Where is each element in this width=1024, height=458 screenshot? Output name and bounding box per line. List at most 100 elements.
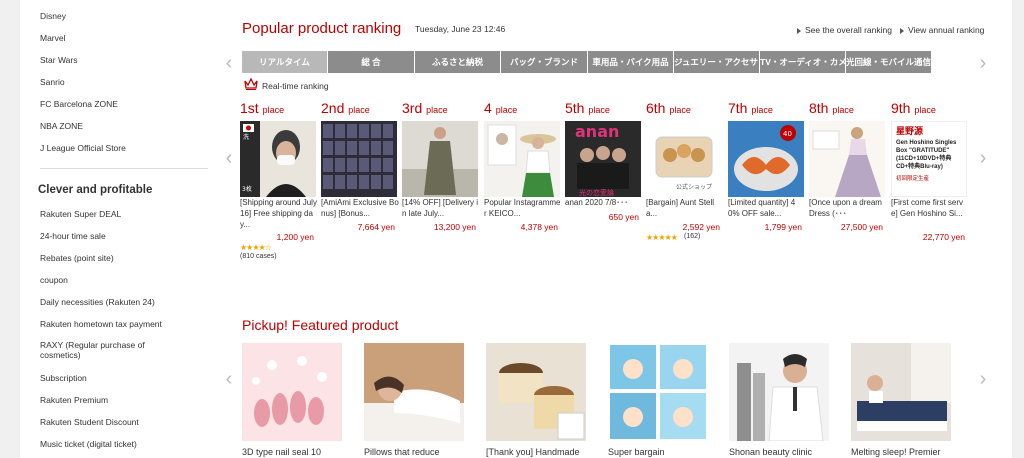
sidebar-item-coupon[interactable]: coupon xyxy=(40,275,68,285)
rank-suffix: place xyxy=(495,105,518,115)
tab-mobile[interactable]: 光回線・モバイル通信 xyxy=(846,51,932,73)
rank-number: 1st xyxy=(240,100,259,116)
product-title[interactable]: [First come first serve] Gen Hoshino Si.… xyxy=(891,197,969,230)
product-title[interactable]: 3D type nail seal 10 xyxy=(242,447,352,457)
rank-place: 7th place xyxy=(728,100,806,116)
tabs-prev-arrow-icon[interactable]: ‹ xyxy=(222,48,236,78)
annual-ranking-link-label: View annual ranking xyxy=(908,25,985,35)
sidebar-divider xyxy=(40,168,208,169)
sidebar-item-student-discount[interactable]: Rakuten Student Discount xyxy=(40,417,139,427)
product-thumbnail[interactable] xyxy=(729,343,829,441)
cd-note: 初回限定生産 xyxy=(896,176,930,182)
cd-description: Gen Hoshino Singles Box "GRATITUDE" (11C… xyxy=(896,140,957,170)
ranking-item[interactable]: 6th place 公式ショップ [Bargain] Aunt Stella..… xyxy=(646,100,724,242)
rank-number: 4 xyxy=(484,100,492,116)
product-thumbnail[interactable]: anan 光の恋愛論 xyxy=(565,121,641,197)
sidebar-item-sanrio[interactable]: Sanrio xyxy=(40,77,65,87)
product-thumbnail[interactable] xyxy=(321,121,397,197)
product-title[interactable]: Pillows that reduce xyxy=(364,447,474,457)
product-price: 4,378 yen xyxy=(520,222,558,232)
overall-ranking-link[interactable]: See the overall ranking xyxy=(797,25,892,35)
ranking-item[interactable]: 8th place [Once upon a dream Dress (･･･ … xyxy=(809,100,887,232)
product-thumbnail[interactable]: 公式ショップ xyxy=(646,121,722,197)
ranking-next-arrow-icon[interactable]: › xyxy=(976,143,990,173)
rank-suffix: place xyxy=(588,105,610,115)
sidebar-item-subscription[interactable]: Subscription xyxy=(40,373,87,383)
cd-artist-name: 星野源 xyxy=(896,126,924,136)
right-background xyxy=(1012,0,1024,458)
rank-number: 5th xyxy=(565,100,585,116)
sidebar-item-hometown-tax[interactable]: Rakuten hometown tax payment xyxy=(40,319,162,329)
ranking-item[interactable]: 3rd place [14% OFF] [Delivery in late Ju… xyxy=(402,100,480,232)
tab-furusato[interactable]: ふるさと納税 xyxy=(415,51,501,73)
tab-realtime[interactable]: リアルタイム xyxy=(242,51,328,73)
sidebar-item-time-sale[interactable]: 24-hour time sale xyxy=(40,231,106,241)
cookies-shop-label: 公式ショップ xyxy=(676,183,712,191)
ranking-item[interactable]: 7th place 40 [Limited quantity] 40% OFF … xyxy=(728,100,806,232)
sidebar-item-raxy[interactable]: RAXY (Regular purchase of cosmetics) xyxy=(40,340,160,360)
pickup-prev-arrow-icon[interactable]: ‹ xyxy=(222,364,236,394)
svg-text:洗: 洗 xyxy=(243,133,249,141)
tabs-next-arrow-icon[interactable]: › xyxy=(976,48,990,78)
tab-car[interactable]: 車用品・バイク用品 xyxy=(588,51,674,73)
tab-overall[interactable]: 総 合 xyxy=(328,51,415,73)
ranking-item[interactable]: 1st place 洗 3枚 [Shipping around July 16]… xyxy=(240,100,318,260)
rank-suffix: place xyxy=(914,105,936,115)
rank-place: 1st place xyxy=(240,100,318,116)
sidebar-item-marvel[interactable]: Marvel xyxy=(40,33,66,43)
product-thumbnail[interactable] xyxy=(242,343,342,441)
product-title[interactable]: [Shipping around July 16] Free shipping … xyxy=(240,197,318,230)
rank-place: 9th place xyxy=(891,100,969,116)
ranking-item[interactable]: 5th place anan 光の恋愛論 anan 2020 7/8･･･ 65… xyxy=(565,100,643,222)
rank-number: 3rd xyxy=(402,100,423,116)
sidebar-item-music-ticket[interactable]: Music ticket (digital ticket) xyxy=(40,439,137,449)
tab-bags[interactable]: バッグ・ブランド xyxy=(501,51,588,73)
ranking-prev-arrow-icon[interactable]: ‹ xyxy=(222,143,236,173)
rank-number: 2nd xyxy=(321,100,345,116)
ranking-tabs: リアルタイム 総 合 ふるさと納税 バッグ・ブランド 車用品・バイク用品 ジュエ… xyxy=(242,51,932,73)
sidebar-item-nba[interactable]: NBA ZONE xyxy=(40,121,83,131)
product-thumbnail[interactable] xyxy=(364,343,464,441)
ranking-date: Tuesday, June 23 12:46 xyxy=(415,24,506,34)
pickup-title: Pickup! Featured product xyxy=(242,317,399,333)
tab-jewelry[interactable]: ジュエリー・アクセサリー xyxy=(674,51,760,73)
product-thumbnail[interactable] xyxy=(809,121,885,197)
product-price: 13,200 yen xyxy=(433,222,476,232)
product-price: 27,500 yen xyxy=(840,222,883,232)
sidebar-item-premium[interactable]: Rakuten Premium xyxy=(40,395,108,405)
product-price: 7,664 yen xyxy=(357,222,395,232)
rank-number: 9th xyxy=(891,100,911,116)
product-thumbnail[interactable]: 40 xyxy=(728,121,804,197)
product-title[interactable]: Melting sleep! Premier xyxy=(851,447,961,457)
annual-ranking-link[interactable]: View annual ranking xyxy=(900,25,984,35)
sidebar-item-rebates[interactable]: Rebates (point site) xyxy=(40,253,114,263)
sidebar-item-star-wars[interactable]: Star Wars xyxy=(40,55,77,65)
product-thumbnail[interactable] xyxy=(402,121,478,197)
review-count[interactable]: (810 cases) xyxy=(240,253,277,260)
tab-tv-audio[interactable]: TV・オーディオ・カメラ xyxy=(760,51,846,73)
ranking-item[interactable]: 2nd place [AmiAmi Exclusive Bonus] [Bonu… xyxy=(321,100,399,232)
ranking-item[interactable]: 4 place Popular Instagrammer KEICO... 4,… xyxy=(484,100,562,232)
sidebar-item-disney[interactable]: Disney xyxy=(40,11,66,21)
product-thumbnail[interactable] xyxy=(484,121,560,197)
rank-place: 8th place xyxy=(809,100,887,116)
pickup-next-arrow-icon[interactable]: › xyxy=(976,364,990,394)
product-thumbnail[interactable] xyxy=(486,343,586,441)
sidebar-item-fc-barcelona[interactable]: FC Barcelona ZONE xyxy=(40,99,118,109)
product-title[interactable]: Shonan beauty clinic xyxy=(729,447,839,457)
rank-suffix: place xyxy=(348,105,370,115)
ranking-item[interactable]: 9th place 星野源 Gen Hoshino Singles Box "G… xyxy=(891,100,969,242)
sidebar-item-super-deal[interactable]: Rakuten Super DEAL xyxy=(40,209,121,219)
discount-badge: 40 xyxy=(783,130,792,138)
product-thumbnail[interactable]: 星野源 Gen Hoshino Singles Box "GRATITUDE" … xyxy=(891,121,967,197)
sidebar-item-rakuten-24[interactable]: Daily necessities (Rakuten 24) xyxy=(40,297,155,307)
rank-place: 6th place xyxy=(646,100,724,116)
product-thumbnail[interactable]: 洗 3枚 xyxy=(240,121,316,197)
product-title[interactable]: [Thank you] Handmade xyxy=(486,447,596,457)
product-title[interactable]: Super bargain xyxy=(608,447,718,457)
product-thumbnail[interactable] xyxy=(851,343,951,441)
rank-place: 3rd place xyxy=(402,100,480,116)
sidebar-item-j-league[interactable]: J League Official Store xyxy=(40,143,126,153)
product-thumbnail[interactable] xyxy=(608,343,708,441)
review-count[interactable]: (162) xyxy=(684,233,700,240)
